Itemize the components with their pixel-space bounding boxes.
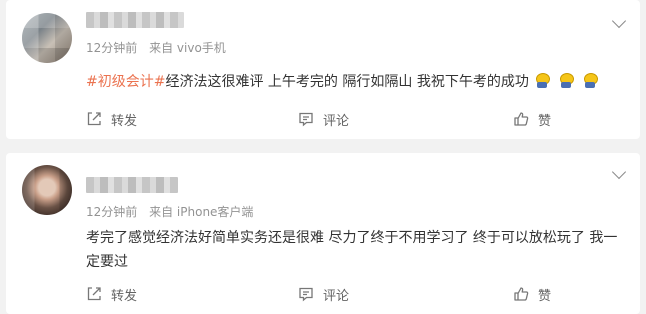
post-text: 考完了感觉经济法好简单实务还是很难 尽力了终于不用学习了 终于可以放松玩了 我一…: [86, 230, 618, 270]
post-content: 考完了感觉经济法好简单实务还是很难 尽力了终于不用学习了 终于可以放松玩了 我一…: [86, 226, 626, 274]
emoji-icon: [559, 73, 574, 89]
chevron-down-icon[interactable]: [611, 164, 627, 180]
post-source: 来自 vivo手机: [149, 41, 226, 55]
post-content: #初级会计#经济法这很难评 上午考完的 隔行如隔山 我祝下午考的成功: [86, 70, 598, 94]
repost-label: 转发: [111, 288, 138, 304]
post-source: 来自 iPhone客户端: [149, 205, 254, 219]
repost-icon: [87, 287, 101, 301]
post-text: 经济法这很难评 上午考完的 隔行如隔山 我祝下午考的成功: [165, 74, 529, 90]
thumbs-up-icon: [514, 112, 529, 126]
avatar[interactable]: [22, 13, 72, 63]
repost-button[interactable]: 转发: [86, 284, 137, 304]
like-button[interactable]: 赞: [513, 109, 551, 129]
thumbs-up-icon: [514, 287, 529, 301]
user-name-blurred[interactable]: [86, 12, 184, 28]
repost-label: 转发: [111, 113, 138, 129]
avatar[interactable]: [22, 165, 72, 215]
post-actions: 转发 评论 赞: [6, 109, 640, 129]
comment-icon: [299, 112, 313, 127]
repost-icon: [87, 112, 101, 126]
comment-button[interactable]: 评论: [298, 109, 349, 129]
like-button[interactable]: 赞: [513, 284, 551, 304]
post-meta: 12分钟前 来自 vivo手机: [86, 39, 234, 56]
user-name-blurred[interactable]: [86, 177, 178, 193]
like-label: 赞: [538, 288, 552, 304]
post-time[interactable]: 12分钟前: [86, 41, 137, 55]
chevron-down-icon[interactable]: [611, 13, 627, 29]
comment-label: 评论: [323, 113, 350, 129]
topic-tag[interactable]: #初级会计#: [86, 74, 165, 90]
post-card: 12分钟前 来自 vivo手机 #初级会计#经济法这很难评 上午考完的 隔行如隔…: [6, 0, 640, 139]
comment-button[interactable]: 评论: [298, 284, 349, 304]
post-card: 12分钟前 来自 iPhone客户端 考完了感觉经济法好简单实务还是很难 尽力了…: [6, 153, 640, 314]
like-label: 赞: [538, 113, 552, 129]
post-time[interactable]: 12分钟前: [86, 205, 137, 219]
comment-icon: [299, 287, 313, 302]
emoji-icon: [535, 73, 550, 89]
repost-button[interactable]: 转发: [86, 109, 137, 129]
post-meta: 12分钟前 来自 iPhone客户端: [86, 203, 261, 220]
post-actions: 转发 评论 赞: [6, 284, 640, 304]
emoji-icon: [583, 73, 598, 89]
comment-label: 评论: [323, 288, 350, 304]
